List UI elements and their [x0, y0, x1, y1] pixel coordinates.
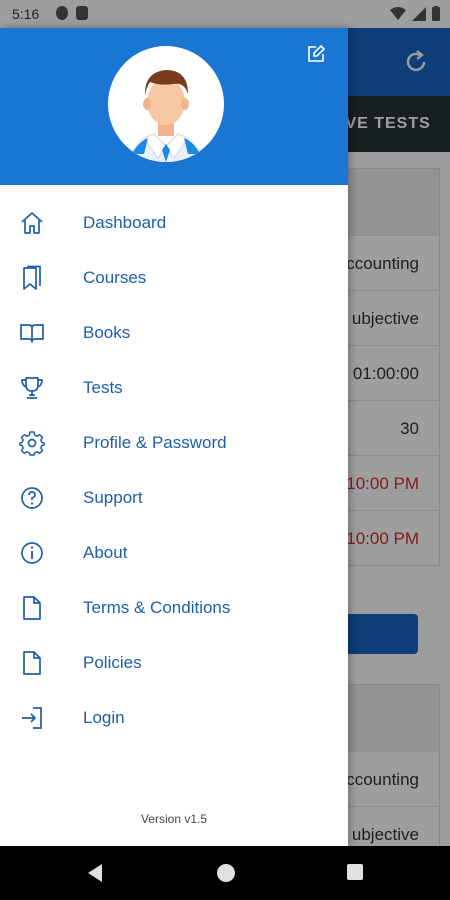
- menu-item-label: Courses: [83, 268, 147, 287]
- back-icon[interactable]: [86, 863, 104, 883]
- book-open-icon: [20, 324, 44, 343]
- menu-item-tests[interactable]: Tests: [0, 360, 348, 415]
- drawer-menu: Dashboard Courses Books Tests Profile & …: [0, 185, 348, 745]
- login-icon: [22, 707, 42, 729]
- sd-card-icon: [76, 6, 88, 20]
- document-icon: [23, 596, 41, 620]
- system-navigation-bar: [0, 846, 450, 900]
- menu-item-label: Tests: [83, 378, 123, 397]
- notification-icon: [56, 6, 68, 20]
- menu-item-login[interactable]: Login: [0, 690, 348, 745]
- menu-item-label: About: [83, 543, 128, 562]
- info-icon: [21, 542, 43, 564]
- drawer-header: [0, 28, 348, 185]
- system-icons: [390, 6, 440, 21]
- menu-item-label: Policies: [83, 653, 142, 672]
- menu-item-books[interactable]: Books: [0, 305, 348, 360]
- menu-item-label: Terms & Conditions: [83, 598, 231, 617]
- menu-item-label: Support: [83, 488, 143, 507]
- user-avatar-icon: [128, 70, 204, 162]
- menu-item-dashboard[interactable]: Dashboard: [0, 195, 348, 250]
- wifi-icon: [390, 6, 406, 20]
- menu-item-courses[interactable]: Courses: [0, 250, 348, 305]
- menu-item-label: Books: [83, 323, 131, 342]
- signal-icon: [412, 6, 426, 21]
- trophy-icon: [21, 377, 43, 399]
- menu-item-label: Login: [83, 708, 125, 727]
- home-icon: [21, 212, 43, 234]
- edit-icon[interactable]: [306, 44, 326, 64]
- menu-item-policies[interactable]: Policies: [0, 635, 348, 690]
- avatar[interactable]: [108, 46, 224, 162]
- recents-icon[interactable]: [346, 863, 364, 881]
- menu-item-support[interactable]: Support: [0, 470, 348, 525]
- app-version: Version v1.5: [140, 812, 208, 826]
- navigation-drawer: Dashboard Courses Books Tests Profile & …: [0, 28, 348, 846]
- menu-item-about[interactable]: About: [0, 525, 348, 580]
- menu-item-profile-password[interactable]: Profile & Password: [0, 415, 348, 470]
- menu-item-label: Profile & Password: [83, 433, 227, 452]
- home-button-icon[interactable]: [216, 863, 236, 883]
- gear-icon: [19, 431, 45, 456]
- document-icon: [23, 651, 41, 675]
- status-bar: 5:16: [0, 0, 450, 28]
- bookmarks-icon: [23, 265, 41, 290]
- menu-item-terms-conditions[interactable]: Terms & Conditions: [0, 580, 348, 635]
- help-circle-icon: [21, 487, 43, 509]
- notification-icons: [56, 6, 88, 20]
- battery-icon: [432, 6, 440, 21]
- status-time: 5:16: [12, 6, 40, 22]
- menu-item-label: Dashboard: [83, 213, 167, 232]
